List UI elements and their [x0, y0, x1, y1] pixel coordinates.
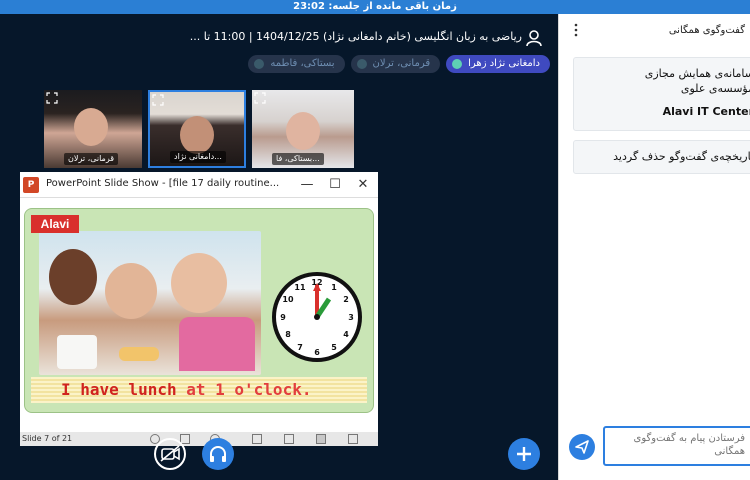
main-stage: ریاضی به زبان انگلیسی (خانم دامغانی نژاد… — [0, 14, 558, 480]
participant-video — [286, 112, 320, 150]
svg-text:11: 11 — [294, 283, 306, 292]
slide-logo: Alavi — [31, 215, 79, 233]
camera-toggle-button[interactable] — [154, 438, 186, 470]
chat-input[interactable] — [603, 426, 750, 466]
mic-icon — [254, 59, 265, 69]
participant-name: دامغانی نژاد زهرا — [468, 58, 540, 69]
participant-video — [180, 116, 214, 154]
headphones-icon — [210, 446, 226, 462]
expand-icon[interactable] — [46, 92, 58, 104]
svg-text:10: 10 — [282, 295, 294, 304]
minimize-button[interactable]: — — [298, 176, 316, 194]
video-tile[interactable]: دامغانی نژاد... — [148, 90, 246, 168]
close-button[interactable]: ✕ — [354, 176, 372, 194]
chat-header: گفت‌وگوی همگانی — [668, 25, 745, 36]
svg-text:4: 4 — [343, 330, 349, 339]
caption-text: I have lunch — [61, 380, 187, 399]
maximize-button[interactable]: ☐ — [326, 176, 344, 194]
bottom-controls — [0, 434, 558, 480]
kebab-icon[interactable] — [573, 23, 579, 37]
participant-name: قرمانی، ترلان — [372, 58, 431, 69]
message-org: Alavi IT Center — [662, 105, 750, 118]
photo-person — [49, 249, 97, 305]
photo-cup — [57, 335, 97, 369]
svg-text:8: 8 — [285, 330, 291, 339]
chat-message: سامانه‌ی همایش مجازی مؤسسه‌ی علوی Alavi … — [573, 57, 750, 131]
slide-area: Alavi 12 1 2 345 678 9 10 11 I have lunch at… — [20, 202, 378, 424]
window-titlebar: P PowerPoint Slide Show - [file 17 daily… — [20, 172, 378, 198]
session-timer-bar: زمان باقی مانده از جلسه: 23:02 — [0, 0, 750, 14]
video-tile[interactable]: قرمانی، ترلان — [44, 90, 142, 168]
powerpoint-logo-icon: P — [23, 177, 39, 193]
slide: Alavi 12 1 2 345 678 9 10 11 I have lunch at… — [24, 208, 374, 413]
mic-icon — [452, 59, 463, 69]
audio-button[interactable] — [202, 438, 234, 470]
slide-caption: I have lunch at 1 o'clock. — [31, 377, 367, 403]
participant-chip[interactable]: دامغانی نژاد زهرا — [446, 55, 550, 73]
meeting-title: ریاضی به زبان انگلیسی (خانم دامغانی نژاد… — [189, 30, 522, 43]
actions-plus-button[interactable] — [508, 438, 540, 470]
photo-person — [105, 263, 157, 319]
svg-text:3: 3 — [348, 313, 354, 322]
svg-text:2: 2 — [343, 295, 349, 304]
caption-highlight: at 1 o'clock. — [186, 380, 312, 399]
user-icon[interactable] — [524, 28, 544, 48]
video-tile-name: قرمانی، ترلان — [64, 153, 119, 165]
photo-shirt — [179, 317, 255, 371]
participant-chips: دامغانی نژاد زهرا قرمانی، ترلان بستاکی، … — [240, 55, 550, 75]
video-tile-name: بستاکی، فا... — [272, 153, 324, 165]
photo-food — [119, 347, 159, 361]
camera-off-icon — [160, 445, 180, 462]
chat-panel: گفت‌وگوی همگانی سامانه‌ی همایش مجازی مؤس… — [558, 14, 750, 480]
participant-video — [74, 108, 108, 146]
svg-text:5: 5 — [331, 343, 337, 352]
message-line: سامانه‌ی همایش مجازی — [644, 67, 750, 80]
participant-chip[interactable]: قرمانی، ترلان — [350, 55, 441, 73]
plus-icon — [517, 447, 531, 461]
powerpoint-window: P PowerPoint Slide Show - [file 17 daily… — [20, 172, 378, 446]
svg-text:1: 1 — [331, 283, 337, 292]
svg-text:9: 9 — [280, 313, 286, 322]
participant-name: بستاکی، فاطمه — [270, 58, 335, 69]
photo-person — [171, 253, 227, 313]
send-icon — [575, 440, 589, 454]
video-tile[interactable]: بستاکی، فا... — [252, 90, 354, 168]
mic-icon — [356, 59, 367, 69]
video-tile-name: دامغانی نژاد... — [170, 151, 226, 163]
svg-text:6: 6 — [314, 348, 320, 357]
svg-text:7: 7 — [297, 343, 303, 352]
slide-photo — [39, 231, 261, 375]
message-line: مؤسسه‌ی علوی — [680, 82, 750, 95]
window-title: PowerPoint Slide Show - [file 17 daily r… — [46, 178, 280, 189]
send-button[interactable] — [569, 434, 595, 460]
expand-icon[interactable] — [254, 92, 266, 104]
clock-icon: 1212 345 678 91011 — [272, 272, 362, 362]
participant-chip[interactable]: بستاکی، فاطمه — [248, 55, 345, 73]
expand-icon[interactable] — [152, 94, 164, 106]
chat-message: تاریخچه‌ی گفت‌وگو حذف گردید — [573, 140, 750, 174]
